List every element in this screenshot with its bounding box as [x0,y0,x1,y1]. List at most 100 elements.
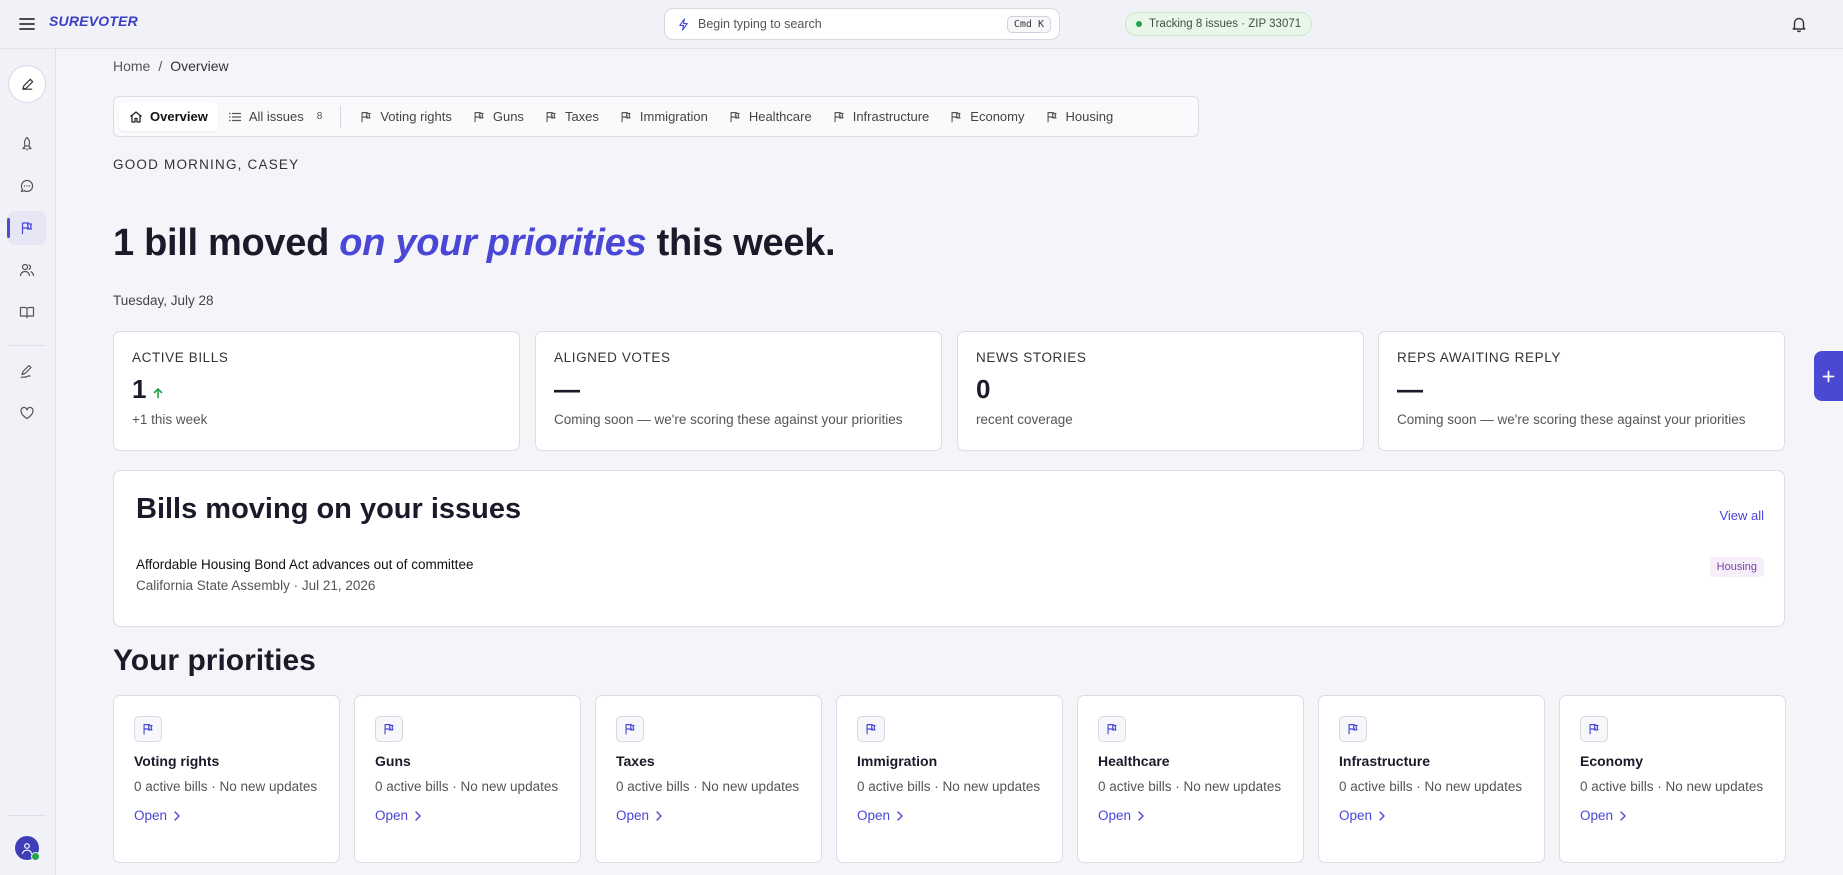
tab-all-issues[interactable]: All issues 8 [218,102,332,131]
hamburger-menu-icon[interactable] [17,14,37,34]
flag-icon [834,111,844,122]
bill-title: Affordable Housing Bond Act advances out… [136,557,474,572]
search-input[interactable] [698,17,1007,31]
signature-pen-icon [20,364,32,379]
priority-open-link[interactable]: Open [1098,808,1283,823]
top-bar: SUREVOTER Cmd K Tracking 8 issues · ZIP … [0,0,1843,49]
headline-highlight: on your priorities [339,222,647,264]
priority-open-link[interactable]: Open [1339,808,1524,823]
flag-icon [546,111,556,122]
tab-voting-rights[interactable]: Voting rights [349,102,462,131]
stat-sub: recent coverage [976,412,1073,427]
view-all-link[interactable]: View all [1719,508,1764,523]
stat-sub: Coming soon — we're scoring these agains… [1397,412,1746,427]
sidebar-item-library[interactable] [8,295,46,329]
priority-open-link[interactable]: Open [1580,808,1765,823]
open-label: Open [616,808,650,823]
breadcrumb-home[interactable]: Home [113,58,150,74]
stat-value: 1 [132,373,501,405]
page-headline: 1 bill moved on your priorities this wee… [113,222,836,265]
app-logo[interactable]: SUREVOTER [49,13,138,29]
tab-label: Housing [1065,109,1114,124]
stat-value: — [1397,373,1423,404]
tab-economy[interactable]: Economy [939,102,1034,131]
sidebar-item-sign[interactable] [8,354,46,388]
tab-overview[interactable]: Overview [119,102,218,131]
stat-label: REPS AWAITING REPLY [1397,350,1561,365]
flag-icon [474,111,484,122]
priority-status: 0 active bills · No new updates [1339,779,1523,794]
tab-label: Taxes [564,109,599,124]
priority-open-link[interactable]: Open [857,808,1042,823]
tab-guns[interactable]: Guns [462,102,534,131]
flag-icon [134,716,162,742]
breadcrumb-current: Overview [170,58,229,74]
search-bar[interactable]: Cmd K [664,8,1060,40]
sidebar-item-launch[interactable] [8,127,46,161]
compose-button[interactable] [8,65,46,103]
notifications-bell-icon[interactable] [1790,15,1808,33]
priority-name: Voting rights [134,753,220,769]
flag-icon [1339,716,1367,742]
bill-item[interactable]: Affordable Housing Bond Act advances out… [136,557,1764,597]
greeting: GOOD MORNING, CASEY [113,157,300,172]
flag-icon [616,716,644,742]
flag-icon [1098,716,1126,742]
tab-taxes[interactable]: Taxes [534,102,609,131]
open-label: Open [134,808,168,823]
stat-label: ACTIVE BILLS [132,350,229,365]
open-label: Open [857,808,891,823]
open-label: Open [1339,808,1373,823]
search-shortcut: Cmd K [1006,15,1051,33]
sidebar-item-messages[interactable] [8,169,46,203]
tracking-status-badge[interactable]: Tracking 8 issues · ZIP 33071 [1125,12,1313,36]
users-icon [19,263,35,277]
priorities-title: Your priorities [113,644,316,677]
flag-icon [361,111,371,122]
tab-housing[interactable]: Housing [1035,102,1124,131]
stat-label: NEWS STORIES [976,350,1087,365]
bill-meta: California State Assembly · Jul 21, 2026 [136,578,376,593]
tab-immigration[interactable]: Immigration [609,102,718,131]
priority-card-taxes[interactable]: Taxes 0 active bills · No new updates Op… [595,695,822,863]
chevron-right-icon [656,810,662,821]
arrow-up-icon [154,388,163,399]
stat-card-aligned-votes[interactable]: ALIGNED VOTES — Coming soon — we're scor… [535,331,942,451]
bills-panel: Bills moving on your issues View all Aff… [113,470,1785,627]
user-avatar[interactable] [15,836,40,861]
flag-icon [951,111,961,122]
tab-label: Economy [970,109,1025,124]
tab-healthcare[interactable]: Healthcare [718,102,822,131]
priority-open-link[interactable]: Open [134,808,319,823]
sidebar-item-issues[interactable] [7,211,46,245]
priority-name: Guns [375,753,411,769]
chevron-right-icon [1620,810,1626,821]
chat-bubble-icon [20,179,34,193]
priority-open-link[interactable]: Open [616,808,801,823]
stat-card-reps-awaiting[interactable]: REPS AWAITING REPLY — Coming soon — we'r… [1378,331,1785,451]
priority-name: Immigration [857,753,938,769]
tab-infrastructure[interactable]: Infrastructure [822,102,940,131]
priority-status: 0 active bills · No new updates [375,779,559,794]
chevron-right-icon [1379,810,1385,821]
priority-card-voting-rights[interactable]: Voting rights 0 active bills · No new up… [113,695,340,863]
flag-icon [375,716,403,742]
sidebar-item-favorites[interactable] [8,396,46,430]
rocket-icon [22,136,32,151]
priority-card-infrastructure[interactable]: Infrastructure 0 active bills · No new u… [1318,695,1545,863]
bill-issue-tag[interactable]: Housing [1709,557,1764,577]
priority-card-guns[interactable]: Guns 0 active bills · No new updates Ope… [354,695,581,863]
priority-card-immigration[interactable]: Immigration 0 active bills · No new upda… [836,695,1063,863]
priority-card-economy[interactable]: Economy 0 active bills · No new updates … [1559,695,1786,863]
priority-name: Healthcare [1098,753,1170,769]
priority-open-link[interactable]: Open [375,808,560,823]
priority-status: 0 active bills · No new updates [134,779,318,794]
add-button[interactable] [1814,351,1843,401]
stat-card-news-stories[interactable]: NEWS STORIES 0 recent coverage [957,331,1364,451]
sidebar-item-representatives[interactable] [8,253,46,287]
stat-card-active-bills[interactable]: ACTIVE BILLS 1 +1 this week [113,331,520,451]
pencil-icon [21,78,33,90]
flag-icon [1580,716,1608,742]
priority-card-healthcare[interactable]: Healthcare 0 active bills · No new updat… [1077,695,1304,863]
open-label: Open [1098,808,1132,823]
